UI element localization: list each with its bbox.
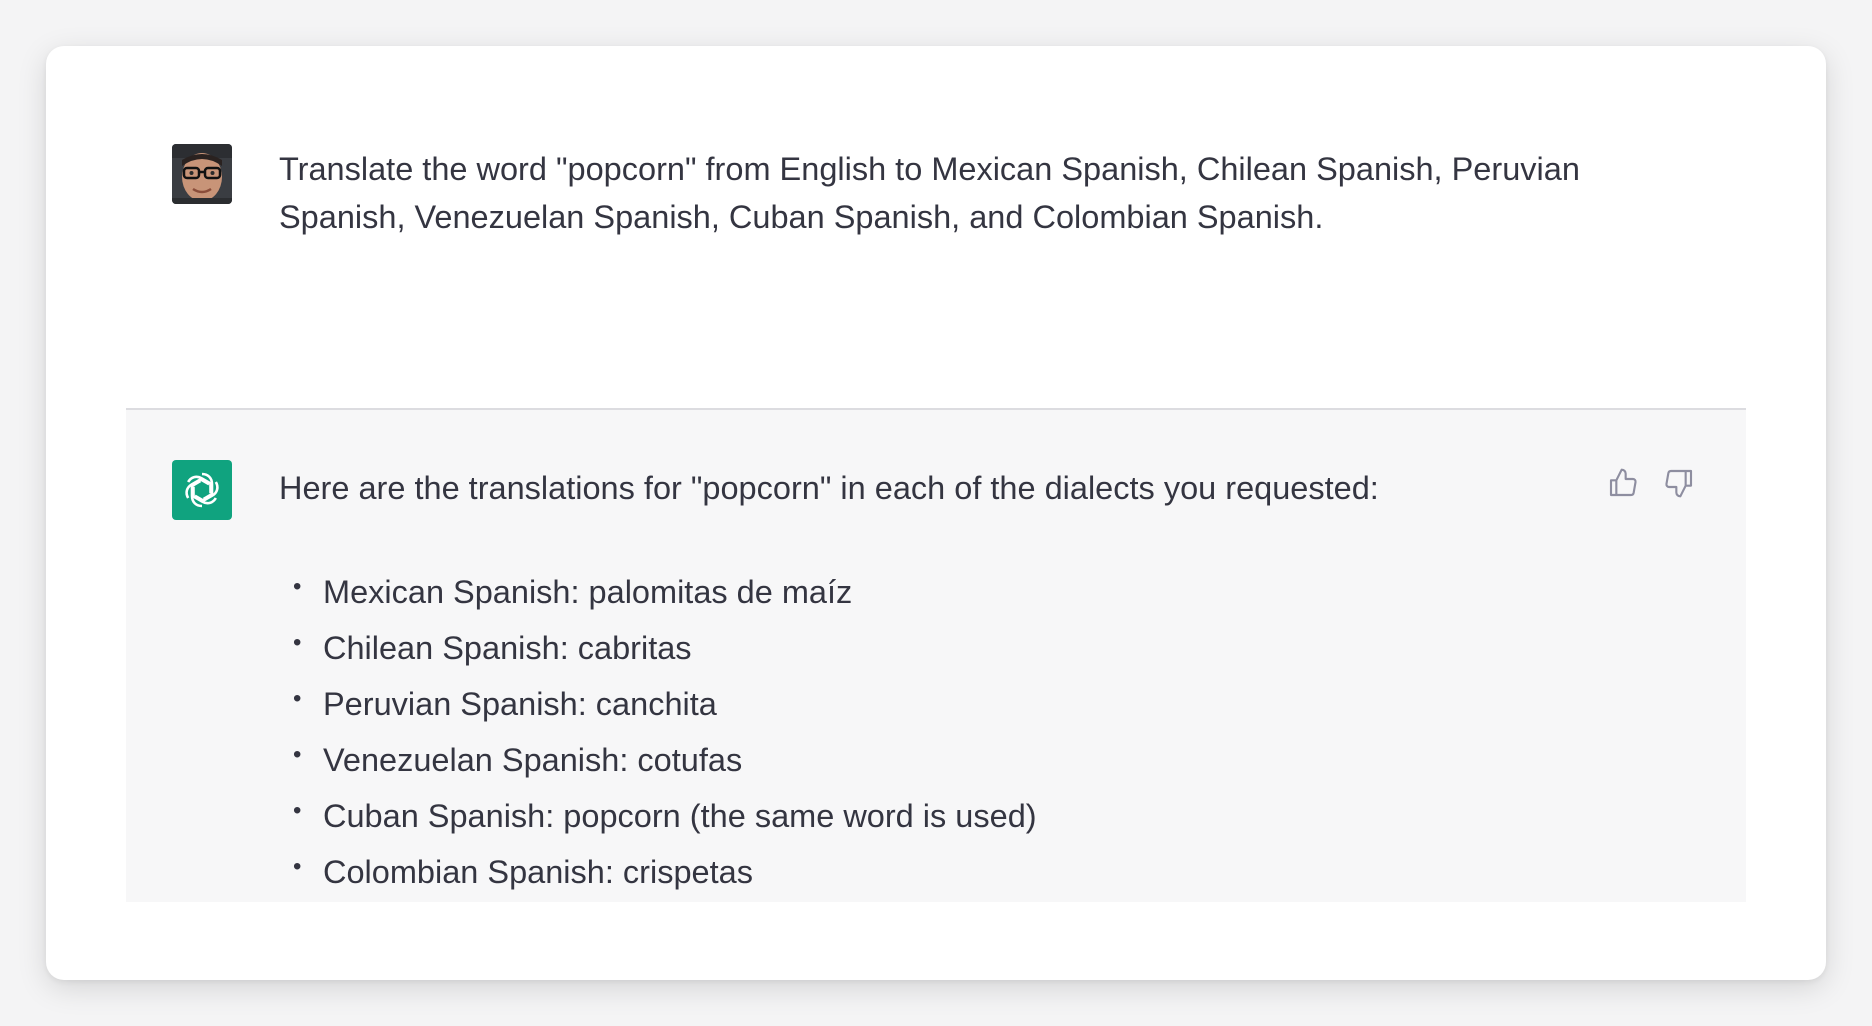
list-item: • Mexican Spanish: palomitas de maíz bbox=[279, 564, 1037, 620]
translation-text: Chilean Spanish: cabritas bbox=[323, 630, 692, 666]
thumbs-up-icon bbox=[1609, 468, 1637, 497]
translation-text: Cuban Spanish: popcorn (the same word is… bbox=[323, 798, 1037, 834]
user-message-text: Translate the word "popcorn" from Englis… bbox=[279, 151, 1580, 235]
list-item: • Colombian Spanish: crispetas bbox=[279, 844, 1037, 900]
translation-text: Colombian Spanish: crispetas bbox=[323, 854, 753, 890]
user-avatar bbox=[172, 144, 232, 204]
bullet: • bbox=[293, 685, 302, 712]
assistant-message-row: Here are the translations for "popcorn" … bbox=[126, 408, 1746, 902]
bullet: • bbox=[293, 573, 302, 600]
chat-card: Translate the word "popcorn" from Englis… bbox=[46, 46, 1826, 980]
bullet: • bbox=[293, 853, 302, 880]
translation-text: Mexican Spanish: palomitas de maíz bbox=[323, 574, 853, 610]
list-item: • Venezuelan Spanish: cotufas bbox=[279, 732, 1037, 788]
translation-text: Venezuelan Spanish: cotufas bbox=[323, 742, 743, 778]
thumbs-up-button[interactable] bbox=[1606, 466, 1640, 500]
list-item: • Cuban Spanish: popcorn (the same word … bbox=[279, 788, 1037, 844]
user-message-row: Translate the word "popcorn" from Englis… bbox=[126, 46, 1746, 408]
openai-logo-icon bbox=[181, 472, 223, 508]
assistant-intro-text: Here are the translations for "popcorn" … bbox=[279, 470, 1379, 506]
bullet: • bbox=[293, 741, 302, 768]
list-item: • Chilean Spanish: cabritas bbox=[279, 620, 1037, 676]
thumbs-down-icon bbox=[1665, 469, 1693, 498]
bullet: • bbox=[293, 629, 302, 656]
assistant-avatar bbox=[172, 460, 232, 520]
list-item: • Peruvian Spanish: canchita bbox=[279, 676, 1037, 732]
user-avatar-photo bbox=[172, 144, 232, 204]
feedback-buttons bbox=[1606, 466, 1696, 500]
translation-list: • Mexican Spanish: palomitas de maíz • C… bbox=[279, 564, 1037, 900]
thumbs-down-button[interactable] bbox=[1662, 466, 1696, 500]
translation-text: Peruvian Spanish: canchita bbox=[323, 686, 717, 722]
bullet: • bbox=[293, 797, 302, 824]
